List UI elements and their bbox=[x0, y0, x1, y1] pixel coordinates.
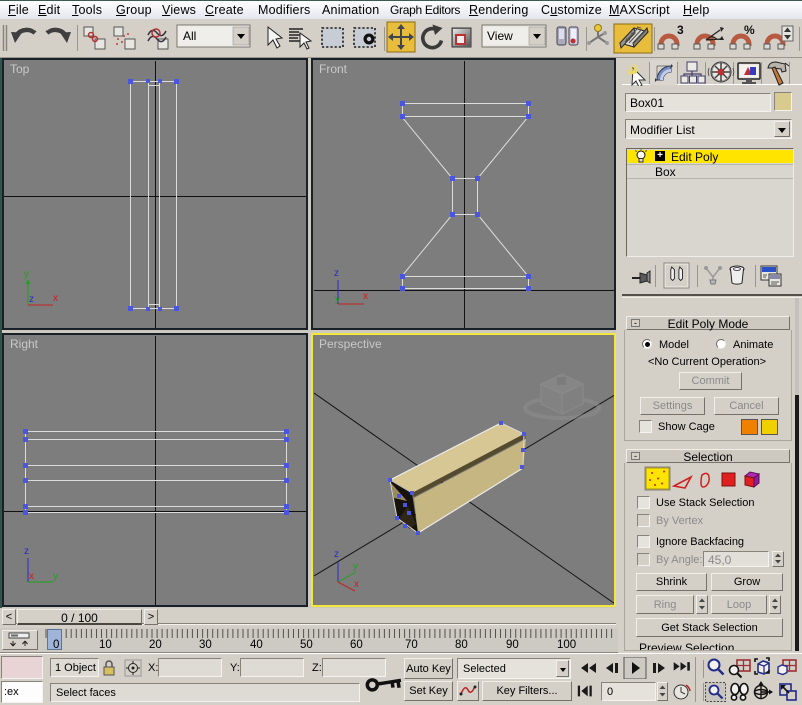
svg-text:x: x bbox=[29, 571, 34, 582]
svg-text:View: View bbox=[487, 29, 513, 43]
svg-text:y: y bbox=[353, 561, 358, 572]
svg-text:80: 80 bbox=[455, 639, 468, 651]
svg-text:10: 10 bbox=[99, 639, 112, 651]
svg-text:z: z bbox=[334, 268, 339, 279]
svg-text:z: z bbox=[24, 546, 29, 557]
svg-text:All: All bbox=[183, 29, 196, 43]
svg-text:z: z bbox=[334, 549, 339, 560]
svg-text:30: 30 bbox=[199, 639, 212, 651]
svg-text:3: 3 bbox=[677, 23, 684, 37]
svg-text:70: 70 bbox=[405, 639, 418, 651]
svg-text:0: 0 bbox=[53, 639, 59, 651]
svg-text:60: 60 bbox=[350, 639, 363, 651]
svg-text:x: x bbox=[363, 291, 368, 302]
svg-text:100: 100 bbox=[557, 639, 576, 651]
svg-text:20: 20 bbox=[149, 639, 162, 651]
svg-text:y: y bbox=[53, 571, 58, 582]
svg-text:y: y bbox=[335, 294, 340, 305]
svg-text:90: 90 bbox=[506, 639, 519, 651]
svg-text:z: z bbox=[29, 294, 34, 305]
svg-text:y: y bbox=[24, 269, 29, 280]
svg-text:%: % bbox=[744, 23, 755, 37]
svg-text:40: 40 bbox=[250, 639, 263, 651]
svg-text:50: 50 bbox=[300, 639, 313, 651]
svg-text:x: x bbox=[354, 579, 359, 590]
svg-text:x: x bbox=[53, 293, 58, 304]
